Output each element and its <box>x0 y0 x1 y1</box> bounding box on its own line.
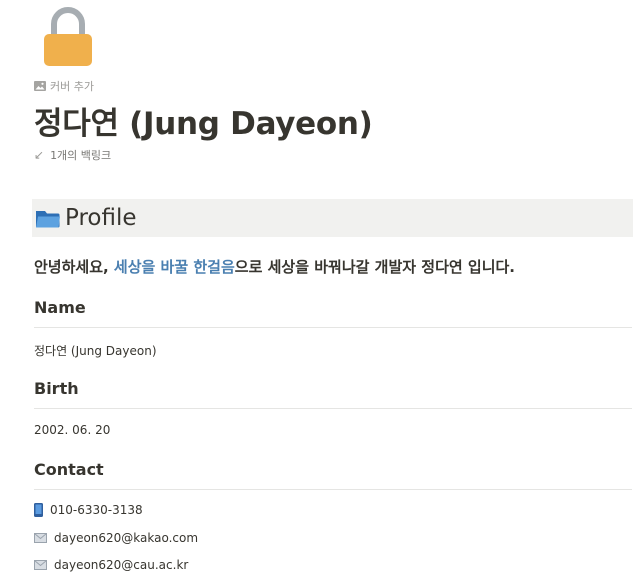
page-title[interactable]: 정다연 (Jung Dayeon) <box>34 98 373 143</box>
mobile-phone-icon <box>34 503 43 517</box>
intro-after: 으로 세상을 바꿔나갈 개발자 정다연 입니다. <box>234 258 515 276</box>
envelope-icon <box>34 560 47 570</box>
contact-heading[interactable]: Contact <box>34 460 104 479</box>
profile-callout: Profile <box>32 199 633 237</box>
contact-item-email[interactable]: dayeon620@cau.ac.kr <box>34 558 188 572</box>
backlinks-label: 1개의 백링크 <box>50 149 112 162</box>
envelope-icon <box>34 533 47 543</box>
callout-heading: Profile <box>65 205 137 231</box>
contact-item-phone[interactable]: 010-6330-3138 <box>34 503 143 517</box>
divider <box>34 489 632 490</box>
email-address: dayeon620@cau.ac.kr <box>54 558 189 572</box>
add-cover-button[interactable]: 커버 추가 <box>34 77 94 95</box>
backlinks-button[interactable]: ↙ 1개의 백링크 <box>34 146 111 164</box>
name-value[interactable]: 정다연 (Jung Dayeon) <box>34 342 157 359</box>
lock-icon[interactable] <box>42 6 94 68</box>
arrow-down-left-icon: ↙ <box>34 148 45 162</box>
divider <box>34 327 632 328</box>
email-address: dayeon620@kakao.com <box>54 531 199 545</box>
birth-value[interactable]: 2002. 06. 20 <box>34 423 110 437</box>
contact-item-email[interactable]: dayeon620@kakao.com <box>34 531 198 545</box>
add-cover-label: 커버 추가 <box>50 80 94 93</box>
intro-text[interactable]: 안녕하세요, 세상을 바꿀 한걸음으로 세상을 바꿔나갈 개발자 정다연 입니다… <box>34 256 515 277</box>
folder-icon <box>36 211 60 228</box>
intro-before: 안녕하세요, <box>34 258 114 276</box>
birth-heading[interactable]: Birth <box>34 379 79 398</box>
name-heading[interactable]: Name <box>34 298 86 317</box>
image-icon <box>34 81 46 91</box>
divider <box>34 408 632 409</box>
intro-highlight: 세상을 바꿀 한걸음 <box>113 258 235 276</box>
phone-number: 010-6330-3138 <box>50 503 143 517</box>
